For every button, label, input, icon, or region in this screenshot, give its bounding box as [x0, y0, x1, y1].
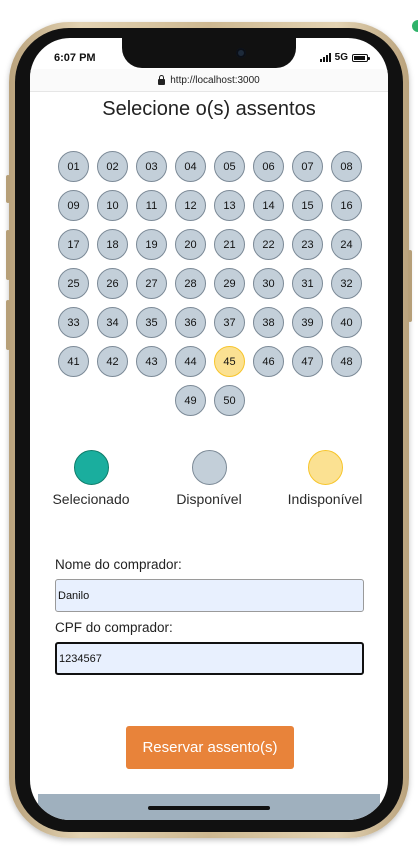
seat-31[interactable]: 31 [292, 268, 323, 299]
seat-20[interactable]: 20 [175, 229, 206, 260]
corner-indicator [412, 20, 418, 32]
status-indicators: 5G [319, 52, 370, 63]
seat-01[interactable]: 01 [58, 151, 89, 182]
cpf-input[interactable] [55, 642, 364, 675]
seat-02[interactable]: 02 [97, 151, 128, 182]
seat-44[interactable]: 44 [175, 346, 206, 377]
seat-23[interactable]: 23 [292, 229, 323, 260]
seat-42[interactable]: 42 [97, 346, 128, 377]
legend-unavailable-swatch [307, 450, 343, 485]
seat-24[interactable]: 24 [331, 229, 362, 260]
seat-08[interactable]: 08 [331, 151, 362, 182]
lock-icon [158, 74, 166, 85]
legend-available-label: Disponível [176, 491, 242, 507]
seat-16[interactable]: 16 [331, 190, 362, 221]
seat-49[interactable]: 49 [175, 385, 206, 416]
legend-available: Disponível [154, 450, 264, 507]
seat-47[interactable]: 47 [292, 346, 323, 377]
seat-35[interactable]: 35 [136, 307, 167, 338]
seat-26[interactable]: 26 [97, 268, 128, 299]
legend-unavailable: Indisponível [270, 450, 380, 507]
home-indicator[interactable] [148, 806, 270, 810]
seat-17[interactable]: 17 [58, 229, 89, 260]
seat-grid: 01 02 03 04 05 06 07 08 09 10 11 12 13 14 15 16 17 18 19 20… [54, 151, 366, 416]
seat-25[interactable]: 25 [58, 268, 89, 299]
seat-legend: Selecionado Disponível Indisponível [30, 450, 388, 520]
seat-09[interactable]: 09 [58, 190, 89, 221]
cpf-label: CPF do comprador: [55, 620, 173, 635]
volume-up-button [6, 230, 10, 280]
status-time: 6:07 PM [54, 52, 96, 64]
seat-18[interactable]: 18 [97, 229, 128, 260]
camera-icon [236, 48, 246, 58]
seat-41[interactable]: 41 [58, 346, 89, 377]
seat-40[interactable]: 40 [331, 307, 362, 338]
seat-27[interactable]: 27 [136, 268, 167, 299]
seat-39[interactable]: 39 [292, 307, 323, 338]
page-title: Selecione o(s) assentos [102, 98, 316, 120]
seat-43[interactable]: 43 [136, 346, 167, 377]
legend-available-swatch [191, 450, 227, 485]
seat-32[interactable]: 32 [331, 268, 362, 299]
seat-28[interactable]: 28 [175, 268, 206, 299]
seat-48[interactable]: 48 [331, 346, 362, 377]
seat-21[interactable]: 21 [214, 229, 245, 260]
power-button [408, 250, 412, 322]
address-bar[interactable]: http://localhost:3000 [30, 69, 388, 92]
url-text: http://localhost:3000 [170, 74, 260, 86]
network-type: 5G [334, 52, 348, 63]
seat-29[interactable]: 29 [214, 268, 245, 299]
seat-50[interactable]: 50 [214, 385, 245, 416]
seat-12[interactable]: 12 [175, 190, 206, 221]
legend-unavailable-label: Indisponível [287, 491, 363, 507]
seat-34[interactable]: 34 [97, 307, 128, 338]
seat-38[interactable]: 38 [253, 307, 284, 338]
name-input[interactable] [55, 579, 364, 612]
mute-switch [6, 175, 10, 203]
legend-selected-label: Selecionado [52, 491, 130, 507]
seat-33[interactable]: 33 [58, 307, 89, 338]
seat-11[interactable]: 11 [136, 190, 167, 221]
seat-07[interactable]: 07 [292, 151, 323, 182]
name-label: Nome do comprador: [55, 557, 182, 572]
seat-15[interactable]: 15 [292, 190, 323, 221]
volume-down-button [6, 300, 10, 350]
signal-icon [319, 53, 331, 62]
notch [122, 38, 296, 68]
battery-icon [352, 53, 370, 62]
seat-04[interactable]: 04 [175, 151, 206, 182]
seat-36[interactable]: 36 [175, 307, 206, 338]
seat-45[interactable]: 45 [214, 346, 245, 377]
phone-screen: 6:07 PM 5G http://localhost:3000 Selecio… [30, 38, 388, 820]
seat-03[interactable]: 03 [136, 151, 167, 182]
seat-10[interactable]: 10 [97, 190, 128, 221]
legend-selected-swatch [73, 450, 109, 485]
reserve-seats-button[interactable]: Reservar assento(s) [126, 726, 294, 769]
seat-37[interactable]: 37 [214, 307, 245, 338]
seat-22[interactable]: 22 [253, 229, 284, 260]
seat-14[interactable]: 14 [253, 190, 284, 221]
seat-05[interactable]: 05 [214, 151, 245, 182]
seat-46[interactable]: 46 [253, 346, 284, 377]
seat-19[interactable]: 19 [136, 229, 167, 260]
seat-30[interactable]: 30 [253, 268, 284, 299]
seat-13[interactable]: 13 [214, 190, 245, 221]
seat-06[interactable]: 06 [253, 151, 284, 182]
legend-selected: Selecionado [36, 450, 146, 507]
